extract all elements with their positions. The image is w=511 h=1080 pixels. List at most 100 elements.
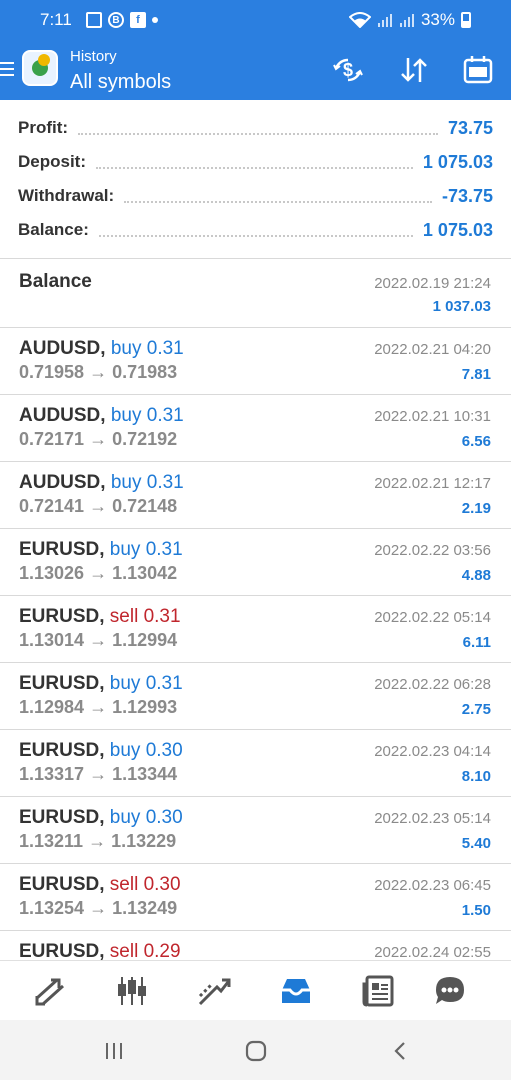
quotes-icon[interactable] [32,973,68,1009]
trade-symbol: EURUSD, [19,874,105,895]
notification-icons: B f [86,12,158,28]
trade-row[interactable]: AUDUSD, buy 0.31 0.72171 → 0.72192 2022.02… [0,395,511,461]
trade-title: EURUSD, buy 0.31 [19,539,183,561]
trade-datetime: 2022.02.21 04:20 [374,341,491,358]
trade-profit: 4.88 [461,567,491,584]
trade-symbol: EURUSD, [19,740,105,761]
svg-text:$: $ [343,60,353,80]
trade-symbol: EURUSD, [19,606,105,627]
balance-entry-title: Balance [19,271,92,292]
trade-datetime: 2022.02.21 10:31 [374,408,491,425]
trade-profit: 1.50 [461,902,491,919]
page-subtitle: History [70,48,117,65]
trade-side: buy 0.31 [109,539,183,560]
trade-row[interactable]: EURUSD, buy 0.31 1.13026 → 1.13042 2022.02… [0,529,511,595]
trade-row[interactable]: AUDUSD, buy 0.31 0.72141 → 0.72148 2022.02… [0,462,511,528]
balance-label: Balance: [18,220,89,239]
trade-prices: 0.71958 → 0.71983 [19,362,178,382]
trade-symbol: EURUSD, [19,539,105,560]
menu-icon[interactable] [0,62,14,76]
trade-side: sell 0.29 [109,941,181,962]
trade-profit: 8.10 [461,768,491,785]
trade-prices: 1.13317 → 1.13344 [19,764,178,784]
trade-icon[interactable] [196,973,232,1009]
b-circle-icon: B [108,12,124,28]
balance-value: 1 075.03 [422,219,493,240]
battery-icon [461,12,471,28]
trade-symbol: AUDUSD, [19,472,106,493]
profit-row: Profit: 73.75 [18,111,493,145]
currency-exchange-icon[interactable]: $ [332,54,364,86]
trade-symbol: EURUSD, [19,673,105,694]
trade-profit: 6.56 [461,433,491,450]
system-navigation [0,1020,511,1080]
trade-datetime: 2022.02.22 05:14 [374,609,491,626]
dotted-leader [96,167,413,169]
app-bar: History All symbols $ [0,40,511,100]
trade-side: sell 0.30 [109,874,181,895]
trade-row[interactable]: EURUSD, sell 0.31 1.13014 → 1.12994 2022.0… [0,596,511,662]
trade-profit: 5.40 [461,835,491,852]
trade-row[interactable]: EURUSD, buy 0.31 1.12984 → 1.12993 2022.02… [0,663,511,729]
trade-row[interactable]: EURUSD, buy 0.30 1.13317 → 1.13344 2022.02… [0,730,511,796]
recents-icon[interactable] [99,1038,129,1064]
chart-icon[interactable] [114,973,150,1009]
trade-symbol: AUDUSD, [19,338,106,359]
news-icon[interactable] [360,973,396,1009]
trade-row[interactable]: AUDUSD, buy 0.31 0.71958 → 0.71983 2022.02… [0,328,511,394]
trade-profit: 2.19 [461,500,491,517]
trade-side: buy 0.30 [109,740,183,761]
back-icon[interactable] [385,1038,415,1064]
trade-title: EURUSD, buy 0.30 [19,740,183,762]
trade-profit: 2.75 [461,701,491,718]
trade-datetime: 2022.02.22 06:28 [374,676,491,693]
trade-side: buy 0.31 [109,673,183,694]
trade-datetime: 2022.02.23 05:14 [374,810,491,827]
profit-value: 73.75 [447,117,493,138]
signal-icon [377,14,392,27]
app-logo [22,50,58,86]
trade-side: buy 0.31 [110,338,184,359]
withdrawal-label: Withdrawal: [18,186,115,205]
trade-prices: 1.12984 → 1.12993 [19,697,178,717]
page-title[interactable]: All symbols [70,71,171,94]
status-time: 7:11 [40,10,72,29]
trade-prices: 0.72141 → 0.72148 [19,496,178,516]
trade-profit: 7.81 [461,366,491,383]
trade-datetime: 2022.02.23 04:14 [374,743,491,760]
sort-icon[interactable] [398,54,430,86]
trade-title: EURUSD, buy 0.30 [19,807,183,829]
trade-prices: 1.13254 → 1.13249 [19,898,178,918]
trade-datetime: 2022.02.23 06:45 [374,877,491,894]
signal-icon [399,14,414,27]
dot-icon [152,17,158,23]
trade-title: AUDUSD, buy 0.31 [19,405,184,427]
trade-row[interactable]: EURUSD, buy 0.30 1.13211 → 1.13229 2022.02… [0,797,511,863]
trade-side: buy 0.31 [110,405,184,426]
history-icon[interactable] [278,973,314,1009]
dotted-leader [98,235,413,237]
trade-profit: 6.11 [462,634,491,651]
summary-panel: Profit: 73.75 Deposit: 1 075.03 Withdraw… [0,100,511,258]
trade-side: buy 0.30 [109,807,183,828]
trade-row[interactable]: EURUSD, sell 0.30 1.13254 → 1.13249 2022.0… [0,864,511,930]
balance-entry[interactable]: Balance 2022.02.19 21:24 1 037.03 [0,259,511,327]
image-icon [86,12,102,28]
trade-title: EURUSD, buy 0.31 [19,673,183,695]
balance-entry-amount: 1 037.03 [432,298,491,315]
dotted-leader [78,133,438,135]
trade-prices: 1.13211 → 1.13229 [19,831,177,851]
home-icon[interactable] [241,1038,271,1064]
trade-symbol: AUDUSD, [19,405,106,426]
trade-title: EURUSD, sell 0.31 [19,606,181,628]
trade-symbol: EURUSD, [19,941,105,962]
trade-side: buy 0.31 [110,472,184,493]
balance-entry-datetime: 2022.02.19 21:24 [374,275,491,292]
trade-prices: 1.13014 → 1.12994 [19,630,178,650]
status-right: 33% [348,10,471,30]
withdrawal-value: -73.75 [441,185,493,206]
calendar-icon[interactable] [462,54,494,86]
chat-icon[interactable] [432,973,468,1009]
profit-label: Profit: [18,118,69,137]
deposit-value: 1 075.03 [422,151,493,172]
